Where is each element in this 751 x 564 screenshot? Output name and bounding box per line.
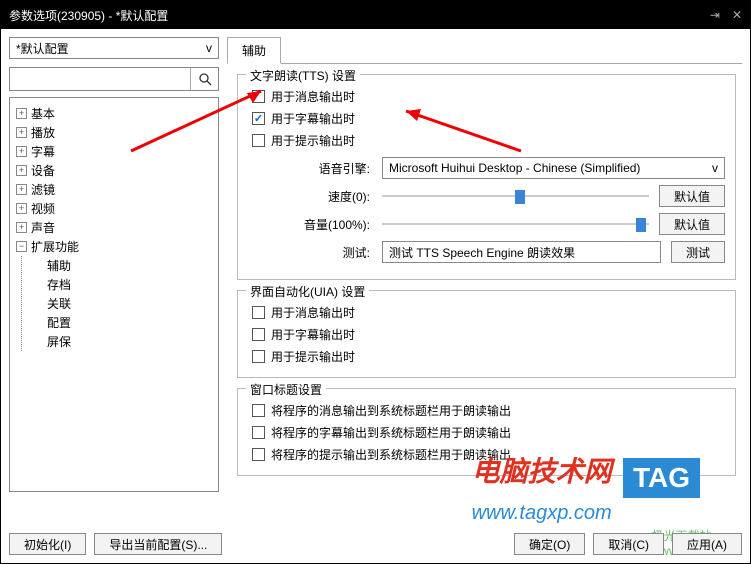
search-input[interactable] [10,68,190,90]
bottom-bar: 初始化(I) 导出当前配置(S)... 确定(O) 取消(C) 应用(A) [9,533,742,555]
checkbox[interactable] [252,112,265,125]
settings-tree[interactable]: +基本 +播放 +字幕 +设备 +滤镜 +视频 +声音 −扩展功能 辅助 存档 … [9,97,219,492]
search-icon [198,72,212,86]
search-box [9,67,219,91]
tree-item[interactable]: −扩展功能 [14,237,214,256]
tree-item[interactable]: +基本 [14,104,214,123]
ok-button[interactable]: 确定(O) [514,533,585,555]
tree-item[interactable]: 辅助 [31,256,214,275]
checkbox[interactable] [252,426,265,439]
chevron-down-icon: v [206,41,212,55]
checkbox[interactable] [252,350,265,363]
tree-item[interactable]: +播放 [14,123,214,142]
tree-item[interactable]: 配置 [31,313,214,332]
uia-group: 界面自动化(UIA) 设置 用于消息输出时 用于字幕输出时 用于提示输出时 [237,290,736,378]
tree-item[interactable]: +设备 [14,161,214,180]
tree-item[interactable]: +字幕 [14,142,214,161]
checkbox[interactable] [252,90,265,103]
expand-icon[interactable]: + [16,184,27,195]
checkbox-label: 用于消息输出时 [271,304,355,321]
search-button[interactable] [190,68,218,90]
volume-slider[interactable] [382,214,649,234]
checkbox[interactable] [252,328,265,341]
chevron-down-icon: v [712,161,718,175]
export-button[interactable]: 导出当前配置(S)... [94,533,222,555]
checkbox[interactable] [252,448,265,461]
test-button[interactable]: 测试 [671,241,725,263]
titlebar: 参数选项(230905) - *默认配置 ⇥ ✕ [1,1,750,29]
expand-icon[interactable]: + [16,146,27,157]
config-select[interactable]: *默认配置 v [9,37,219,59]
expand-icon[interactable]: + [16,222,27,233]
close-icon[interactable]: ✕ [732,8,742,22]
cancel-button[interactable]: 取消(C) [593,533,664,555]
checkbox[interactable] [252,134,265,147]
tree-item[interactable]: +滤镜 [14,180,214,199]
checkbox-label: 用于字幕输出时 [271,326,355,343]
group-title: 界面自动化(UIA) 设置 [246,283,369,300]
config-select-value: *默认配置 [16,40,69,57]
speed-slider[interactable] [382,186,649,206]
collapse-icon[interactable]: − [16,241,27,252]
test-input[interactable] [382,241,661,263]
expand-icon[interactable]: + [16,203,27,214]
tree-item[interactable]: 屏保 [31,332,214,351]
speed-label: 速度(0): [252,188,382,205]
group-title: 窗口标题设置 [246,381,326,398]
pin-icon[interactable]: ⇥ [710,8,720,22]
expand-icon[interactable]: + [16,127,27,138]
checkbox-label: 将程序的字幕输出到系统标题栏用于朗读输出 [271,424,511,441]
expand-icon[interactable]: + [16,108,27,119]
tab-assist[interactable]: 辅助 [227,37,281,64]
expand-icon[interactable]: + [16,165,27,176]
volume-label: 音量(100%): [252,216,382,233]
default-button[interactable]: 默认值 [659,185,725,207]
checkbox-label: 用于消息输出时 [271,88,355,105]
checkbox-label: 将程序的消息输出到系统标题栏用于朗读输出 [271,402,511,419]
engine-select[interactable]: Microsoft Huihui Desktop - Chinese (Simp… [382,157,725,179]
tree-item[interactable]: +声音 [14,218,214,237]
wintitle-group: 窗口标题设置 将程序的消息输出到系统标题栏用于朗读输出 将程序的字幕输出到系统标… [237,388,736,476]
tab-strip: 辅助 [227,37,742,64]
tts-group: 文字朗读(TTS) 设置 用于消息输出时 用于字幕输出时 用于提示输出时 语音引… [237,74,736,280]
engine-value: Microsoft Huihui Desktop - Chinese (Simp… [389,161,640,175]
tree-item[interactable]: 存档 [31,275,214,294]
checkbox-label: 用于提示输出时 [271,348,355,365]
watermark-url: www.tagxp.com [472,502,700,525]
tree-item[interactable]: 关联 [31,294,214,313]
test-label: 测试: [252,244,382,261]
checkbox[interactable] [252,306,265,319]
checkbox[interactable] [252,404,265,417]
checkbox-label: 用于提示输出时 [271,132,355,149]
tree-item[interactable]: +视频 [14,199,214,218]
window-title: 参数选项(230905) - *默认配置 [9,7,168,24]
default-button[interactable]: 默认值 [659,213,725,235]
apply-button[interactable]: 应用(A) [672,533,742,555]
checkbox-label: 用于字幕输出时 [271,110,355,127]
engine-label: 语音引擎: [252,160,382,177]
init-button[interactable]: 初始化(I) [9,533,86,555]
checkbox-label: 将程序的提示输出到系统标题栏用于朗读输出 [271,446,511,463]
group-title: 文字朗读(TTS) 设置 [246,67,360,84]
